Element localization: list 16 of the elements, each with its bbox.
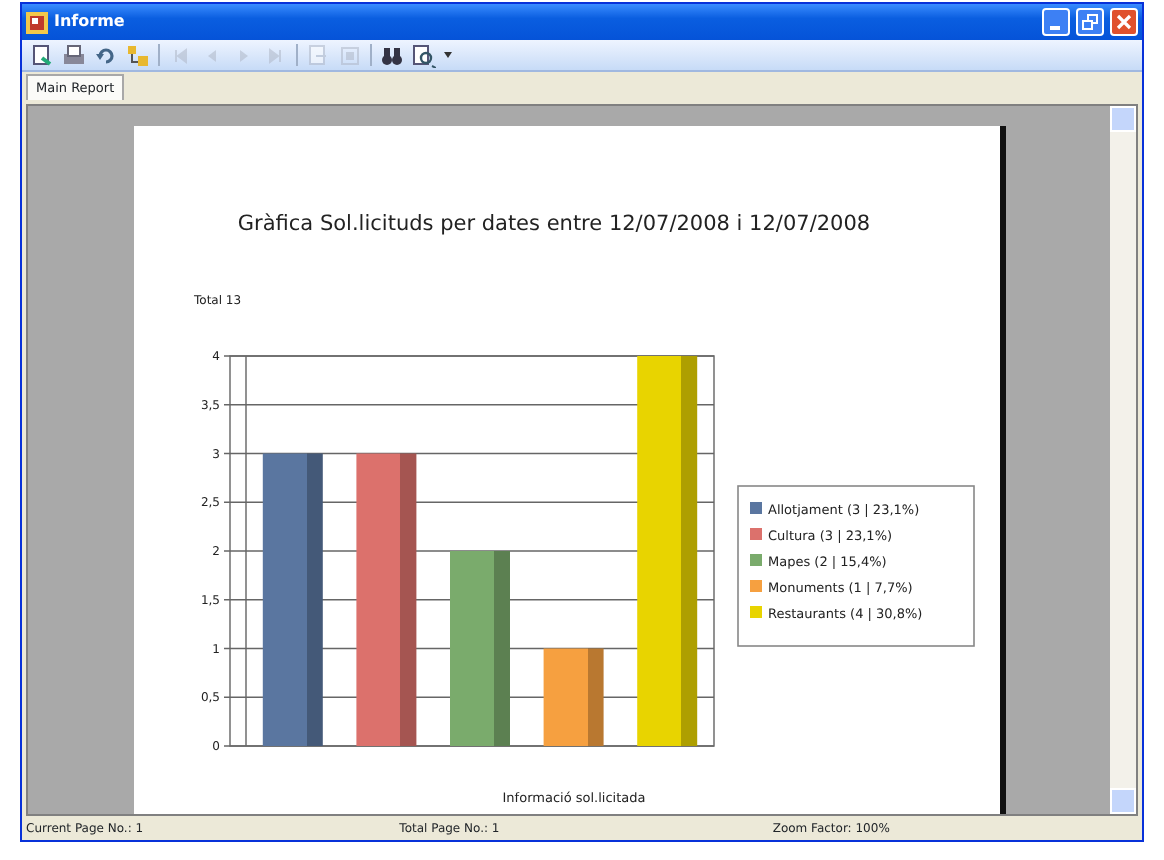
zoom-icon[interactable] — [412, 43, 436, 67]
search-icon[interactable] — [380, 43, 404, 67]
caret-icon[interactable] — [444, 52, 452, 58]
tree-icon[interactable] — [126, 43, 150, 67]
restore-button[interactable] — [1076, 8, 1104, 36]
restore-icon — [1082, 14, 1098, 30]
chart-title: Gràfica Sol.licituds per dates entre 12/07/2008 i 12/07/2008 — [236, 212, 870, 236]
refresh-icon[interactable] — [94, 43, 118, 67]
close-icon — [1116, 14, 1132, 30]
vertical-scrollbar[interactable] — [1110, 106, 1136, 814]
export-icon[interactable] — [30, 43, 54, 67]
app-icon — [26, 11, 48, 33]
window-title: Informe — [54, 10, 125, 34]
printer-icon[interactable] — [62, 43, 86, 67]
close-button[interactable] — [1110, 8, 1138, 36]
minimize-button[interactable] — [1042, 8, 1070, 36]
